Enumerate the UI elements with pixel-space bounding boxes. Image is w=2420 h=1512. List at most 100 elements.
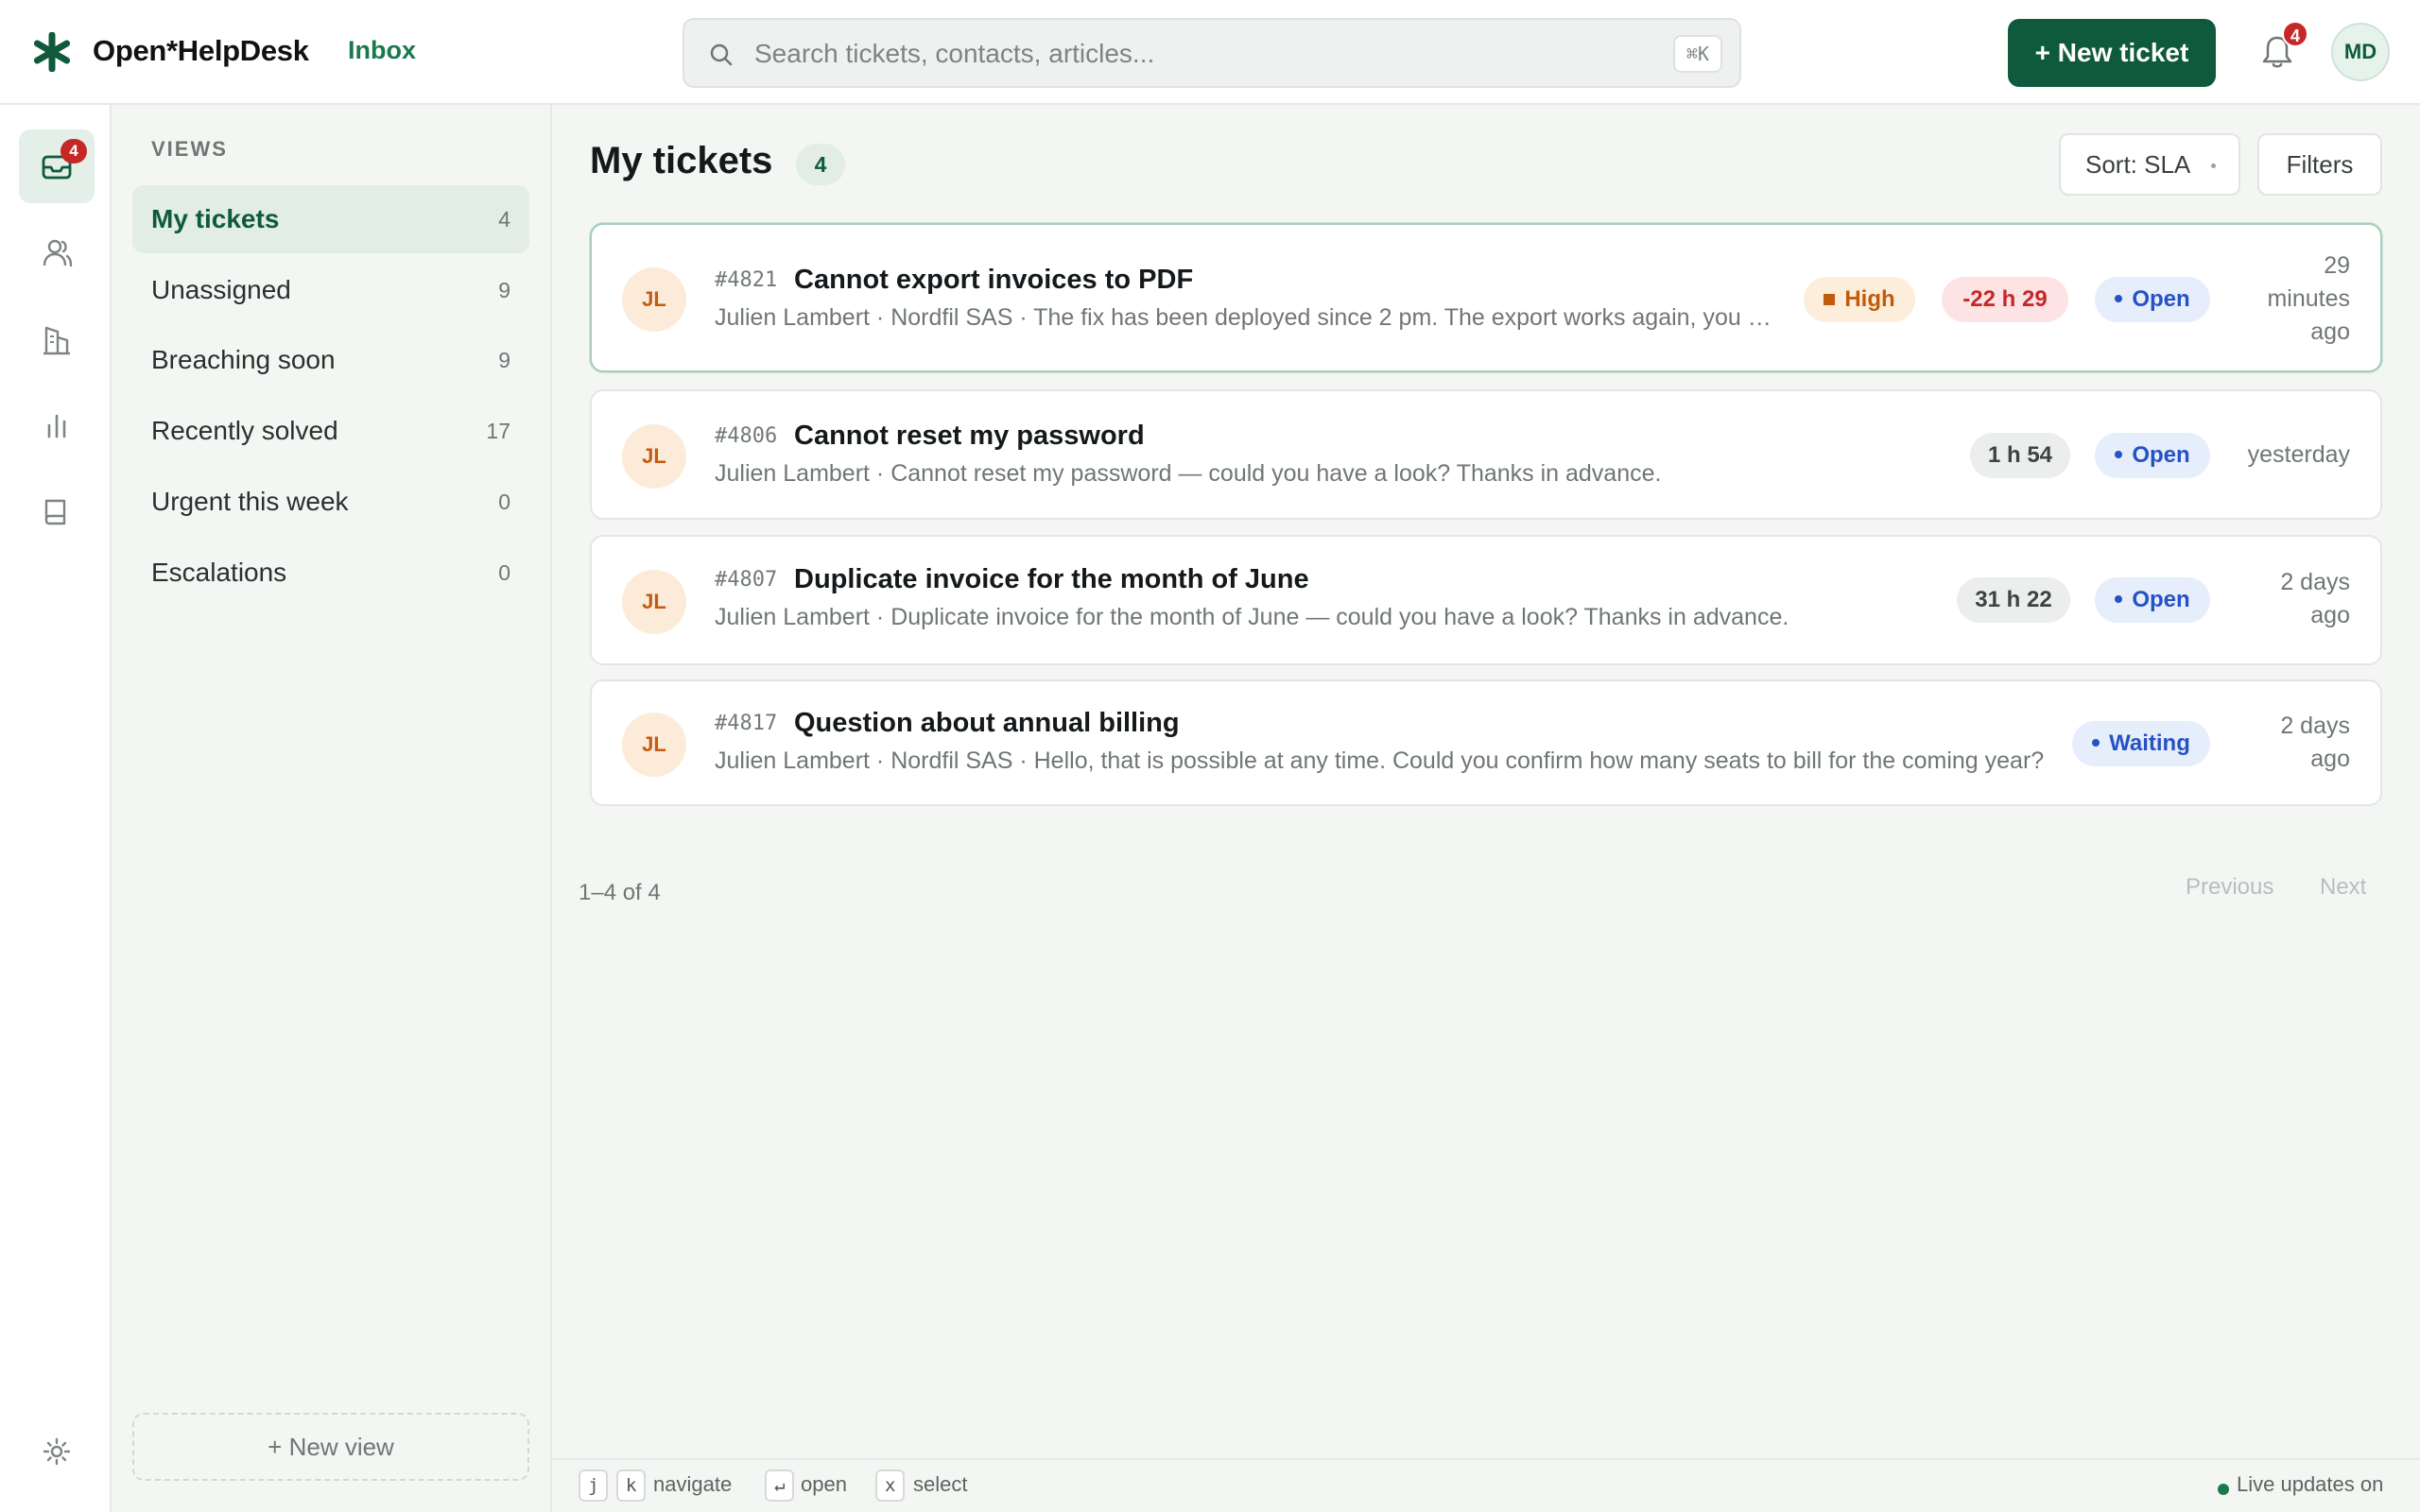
keyboard-hints-footer: j k navigate ↵ open x select Live update…	[552, 1458, 2420, 1512]
time-line: ago	[2310, 602, 2350, 628]
ticket-row[interactable]: JL #4817 Question about annual billing J…	[590, 679, 2382, 806]
ticket-row[interactable]: JL #4821 Cannot export invoices to PDF J…	[590, 223, 2382, 372]
view-label: Urgent this week	[151, 487, 349, 516]
ticket-time: yesterday	[2248, 438, 2350, 472]
next-page-button[interactable]: Next	[2314, 873, 2372, 902]
shortcut-key: j	[579, 1469, 609, 1502]
ticket-id: #4821	[715, 268, 778, 292]
view-my-tickets[interactable]: My tickets 4	[132, 185, 529, 253]
rail-reports-button[interactable]	[19, 388, 95, 462]
status-dot-icon	[2115, 595, 2123, 603]
requester-avatar: JL	[622, 267, 686, 332]
shortcut-label: select	[913, 1472, 968, 1496]
new-ticket-button[interactable]: + New ticket	[2008, 19, 2216, 87]
requester-avatar: JL	[622, 570, 686, 634]
time-line: minutes	[2267, 285, 2350, 312]
status-label: Waiting	[2109, 730, 2190, 756]
ticket-subject: Question about annual billing	[794, 708, 1180, 738]
icon-rail: 4	[0, 105, 112, 1512]
view-count: 0	[498, 490, 510, 514]
sort-label: Sort: SLA	[2085, 149, 2191, 179]
ticket-row[interactable]: JL #4806 Cannot reset my password Julien…	[590, 389, 2382, 520]
notification-count-badge: 4	[2282, 21, 2308, 47]
shortcut-key: ↵	[765, 1469, 795, 1502]
view-urgent-this-week[interactable]: Urgent this week 0	[132, 468, 529, 536]
ticket-count-badge: 4	[796, 144, 845, 185]
live-status-dot	[2218, 1484, 2229, 1495]
view-recently-solved[interactable]: Recently solved 17	[132, 397, 529, 465]
ticket-preview: Julien Lambert · Cannot reset my passwor…	[715, 460, 1662, 487]
ticket-preview: Julien Lambert · Nordfil SAS · The fix h…	[715, 304, 1777, 331]
user-avatar[interactable]: MD	[2331, 23, 2390, 81]
live-updates-status: Live updates on	[2237, 1472, 2384, 1496]
reports-icon	[47, 414, 66, 438]
status-label: Open	[2132, 587, 2190, 612]
ticket-id: #4817	[715, 712, 778, 735]
status-label: Open	[2132, 442, 2190, 468]
status-dot-icon	[2115, 451, 2123, 458]
ticket-id: #4806	[715, 424, 778, 448]
status-dot-icon	[2115, 295, 2123, 302]
priority-badge: High	[1804, 277, 1915, 322]
view-label: Recently solved	[151, 416, 338, 445]
settings-icon	[43, 1437, 71, 1466]
priority-label: High	[1844, 286, 1895, 312]
ticket-subject: Cannot export invoices to PDF	[794, 265, 1194, 295]
rail-inbox-button[interactable]: 4	[19, 129, 95, 203]
contacts-icon	[43, 239, 73, 267]
time-line: 29	[2324, 252, 2350, 279]
status-dot-icon	[2092, 739, 2100, 747]
status-badge: Open	[2095, 577, 2210, 623]
sla-timer-badge: -22 h 29	[1942, 277, 2068, 322]
view-escalations[interactable]: Escalations 0	[132, 539, 529, 607]
view-count: 0	[498, 560, 510, 585]
companies-icon	[43, 326, 70, 355]
ticket-preview: Julien Lambert · Nordfil SAS · Hello, th…	[715, 747, 2045, 774]
view-label: My tickets	[151, 204, 280, 233]
chevron-down-icon	[2211, 163, 2216, 168]
sla-timer-badge: 1 h 54	[1970, 433, 2070, 478]
ticket-time: 29 minutes ago	[2267, 249, 2350, 349]
view-label: Breaching soon	[151, 345, 336, 374]
page-title: My tickets	[590, 140, 773, 181]
rail-settings-button[interactable]	[19, 1415, 95, 1488]
pagination-info: 1–4 of 4	[579, 880, 661, 905]
time-line: ago	[2310, 318, 2350, 345]
previous-page-button[interactable]: Previous	[2180, 873, 2279, 902]
rail-contacts-button[interactable]	[19, 216, 95, 290]
view-label: Escalations	[151, 558, 287, 587]
views-panel: VIEWS My tickets 4 Unassigned 9 Breachin…	[112, 105, 552, 1512]
status-badge: Open	[2095, 433, 2210, 478]
time-line: yesterday	[2247, 441, 2350, 468]
requester-avatar: JL	[622, 424, 686, 489]
knowledge-base-icon	[44, 499, 66, 525]
search-input[interactable]	[752, 31, 1603, 77]
sla-timer-badge: 31 h 22	[1957, 577, 2070, 623]
shortcut-key: x	[875, 1469, 906, 1502]
view-count: 9	[498, 278, 510, 302]
global-search[interactable]: ⌘K	[683, 18, 1741, 88]
ticket-id: #4807	[715, 568, 778, 592]
view-count: 17	[486, 419, 510, 443]
rail-companies-button[interactable]	[19, 303, 95, 377]
app-brand: Open*HelpDesk	[93, 34, 309, 67]
ticket-subject: Duplicate invoice for the month of June	[794, 564, 1309, 594]
inbox-link[interactable]: Inbox	[348, 36, 416, 65]
view-unassigned[interactable]: Unassigned 9	[132, 256, 529, 324]
ticket-preview: Julien Lambert · Duplicate invoice for t…	[715, 604, 1789, 630]
time-line: ago	[2310, 746, 2350, 772]
asterisk-logo-icon	[33, 32, 71, 72]
requester-avatar: JL	[622, 713, 686, 777]
new-view-button[interactable]: + New view	[132, 1413, 529, 1481]
ticket-row[interactable]: JL #4807 Duplicate invoice for the month…	[590, 535, 2382, 665]
views-heading: VIEWS	[151, 137, 228, 161]
view-label: Unassigned	[151, 275, 291, 304]
search-icon	[710, 43, 733, 66]
filters-button[interactable]: Filters	[2257, 133, 2382, 196]
view-count: 9	[498, 348, 510, 372]
search-shortcut-hint: ⌘K	[1672, 35, 1722, 73]
rail-knowledge-base-button[interactable]	[19, 475, 95, 549]
sort-button[interactable]: Sort: SLA	[2059, 133, 2240, 196]
status-label: Open	[2132, 286, 2190, 312]
view-breaching-soon[interactable]: Breaching soon 9	[132, 326, 529, 394]
